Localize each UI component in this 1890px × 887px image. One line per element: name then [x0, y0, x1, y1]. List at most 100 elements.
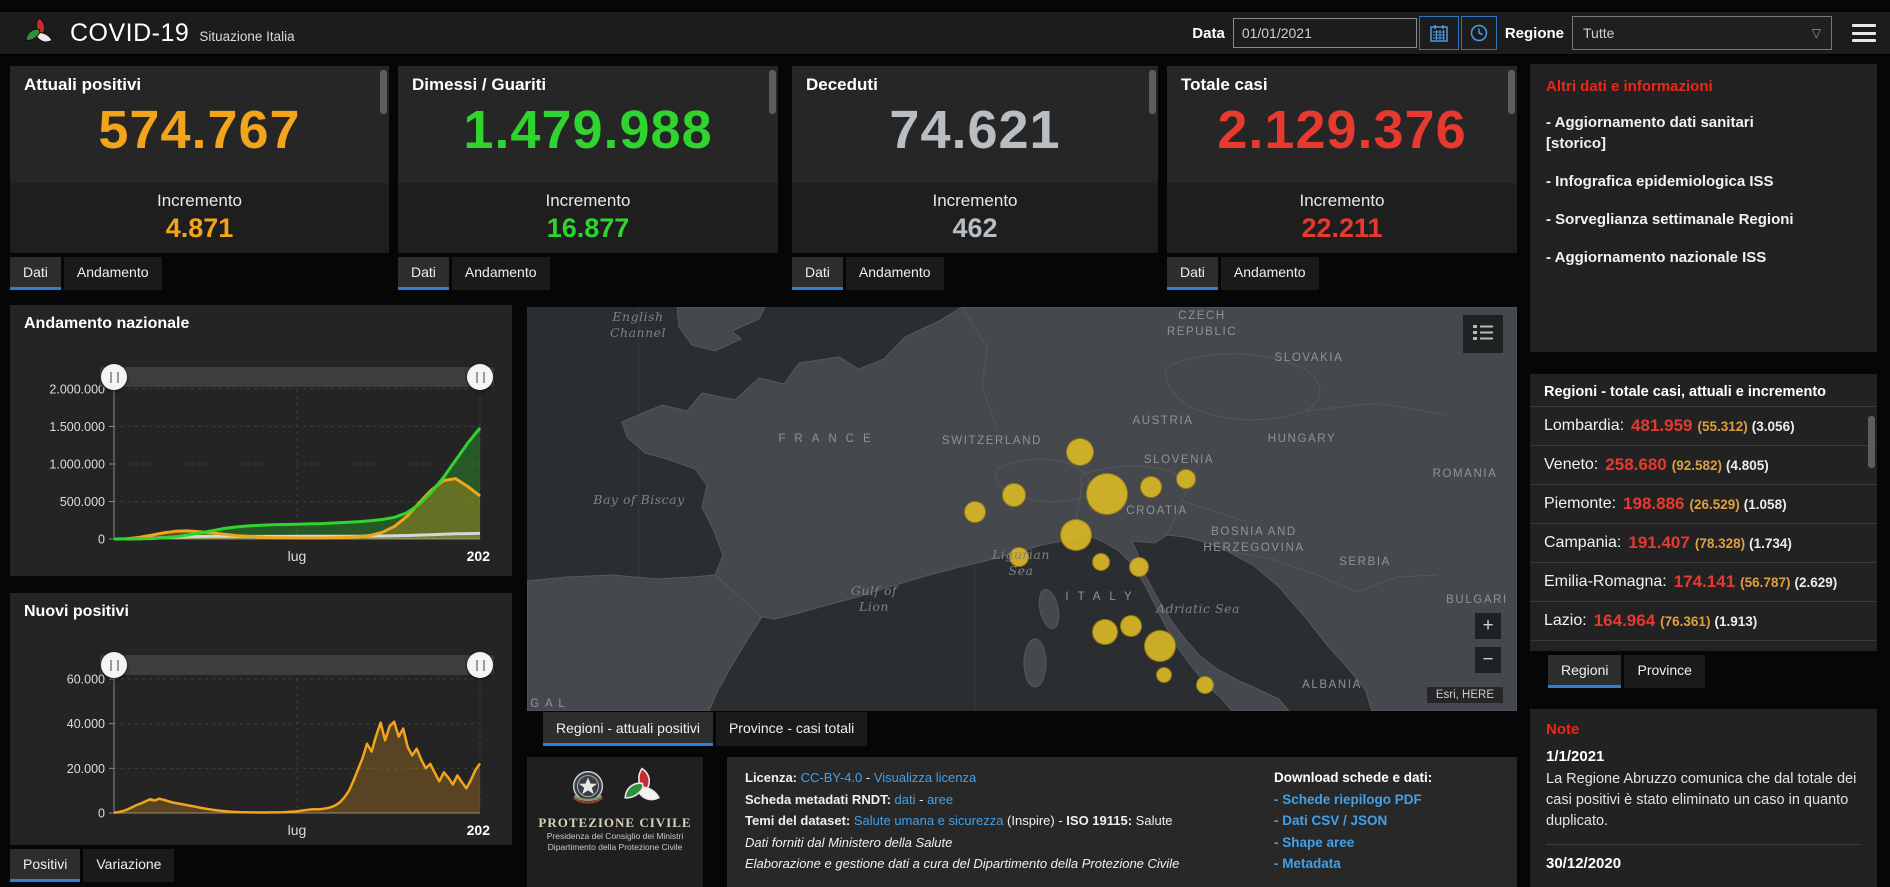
zoom-out-button[interactable]: −	[1475, 647, 1501, 673]
license-info-card: Licenza: CC-BY-4.0 - Visualizza licenza S…	[727, 757, 1517, 887]
stat-card-group-0: Attuali positivi 574.767 Incremento 4.871 Da…	[10, 66, 389, 290]
chart-andamento-nazionale: Andamento nazionale 2.000.000 1.500.000 1.…	[10, 305, 512, 576]
tab-andamento[interactable]: Andamento	[451, 257, 550, 290]
map-label-bay-of-biscay: Bay of Biscay	[593, 492, 685, 507]
license-line: Licenza: CC-BY-4.0 - Visualizza licenza	[745, 767, 1179, 789]
calendar-button[interactable]	[1418, 16, 1459, 50]
region-row[interactable]: Piemonte: 198.886 (26.529) (1.058)	[1530, 484, 1877, 523]
region-total-cases: 258.680	[1605, 455, 1667, 474]
tab-dati[interactable]: Dati	[398, 257, 449, 290]
time-button[interactable]	[1460, 16, 1497, 50]
region-bubble[interactable]	[1176, 469, 1196, 489]
tab-province-casi-totali[interactable]: Province - casi totali	[715, 712, 868, 746]
region-name: Emilia-Romagna:	[1544, 573, 1667, 590]
tab-andamento[interactable]: Andamento	[845, 257, 944, 290]
protezione-civile-logo-icon	[25, 17, 53, 43]
region-row[interactable]: Lombardia: 481.959 (55.312) (3.056)	[1530, 406, 1877, 445]
tab-dati[interactable]: Dati	[792, 257, 843, 290]
app-title: COVID-19	[70, 18, 190, 47]
license-line: Temi del dataset: Salute umana e sicurez…	[745, 810, 1179, 832]
altri-dati-link[interactable]: - Aggiornamento dati sanitari [storico]	[1546, 112, 1861, 154]
download-link[interactable]: - Schede riepilogo PDF	[1274, 789, 1432, 811]
license-link[interactable]: dati	[895, 792, 916, 807]
range-slider-handle-right[interactable]	[467, 364, 493, 390]
tab-andamento[interactable]: Andamento	[1220, 257, 1319, 290]
region-bubble[interactable]	[1120, 615, 1142, 637]
chart-title: Nuovi positivi	[24, 603, 129, 620]
tab-andamento[interactable]: Andamento	[63, 257, 162, 290]
region-bubble[interactable]	[964, 501, 986, 523]
region-increment: (1.734)	[1749, 535, 1792, 551]
range-slider-handle-right[interactable]	[467, 652, 493, 678]
tab-province[interactable]: Province	[1624, 655, 1705, 688]
region-name: Piemonte:	[1544, 495, 1617, 512]
regioni-scrollbar[interactable]	[1868, 416, 1875, 468]
region-bubble[interactable]	[1156, 667, 1172, 683]
tab-regioni-attuali-positivi[interactable]: Regioni - attuali positivi	[543, 712, 713, 746]
region-bubble[interactable]	[1060, 519, 1092, 551]
menu-icon[interactable]	[1852, 24, 1876, 42]
increment-value: 22.211	[1301, 213, 1383, 243]
increment-label: Incremento	[1299, 191, 1385, 210]
legend-list-icon	[1473, 325, 1493, 340]
license-text: Scheda metadati RNDT:	[745, 791, 895, 807]
stat-card-value: 74.621	[889, 100, 1061, 160]
license-link[interactable]: CC-BY-4.0	[801, 770, 863, 785]
region-bubble[interactable]	[1140, 476, 1162, 498]
map-label-bosnia-and: BOSNIA AND HERZEGOVINA	[1203, 526, 1305, 554]
tab-variazione[interactable]: Variazione	[83, 849, 175, 882]
region-bubble[interactable]	[1196, 676, 1214, 694]
card-scrollbar[interactable]	[1149, 70, 1156, 114]
range-slider-track[interactable]	[100, 655, 494, 675]
calendar-icon	[1430, 25, 1448, 42]
chart-title: Andamento nazionale	[24, 315, 190, 332]
italy-map[interactable]: English Channel CZECH REPUBLIC SLOVAKIA AUS…	[527, 307, 1517, 711]
region-select[interactable]: Tutte ▽	[1572, 16, 1832, 50]
range-slider-track[interactable]	[100, 367, 494, 387]
zoom-in-button[interactable]: +	[1475, 613, 1501, 639]
svg-text:lug: lug	[288, 822, 307, 838]
region-row[interactable]: Lazio: 164.964 (76.361) (1.913)	[1530, 601, 1877, 640]
license-link[interactable]: Salute umana e sicurezza	[854, 813, 1004, 828]
download-link[interactable]: - Dati CSV / JSON	[1274, 810, 1432, 832]
altri-dati-link[interactable]: - Sorveglianza settimanale Regioni	[1546, 209, 1861, 230]
region-bubble[interactable]	[1092, 553, 1110, 571]
stat-card: Deceduti 74.621 Incremento 462	[792, 66, 1158, 253]
legend-button[interactable]	[1463, 315, 1503, 353]
region-name: Lombardia:	[1544, 417, 1625, 434]
tab-dati[interactable]: Dati	[1167, 257, 1218, 290]
region-row[interactable]: Campania: 191.407 (78.328) (1.734)	[1530, 523, 1877, 562]
region-row[interactable]: Toscana:120.917(8.893)(753)	[1530, 640, 1877, 651]
license-line: Dati forniti dal Ministero della Salute	[745, 832, 1179, 854]
region-increment: (1.058)	[1743, 496, 1787, 512]
altri-dati-link[interactable]: - Aggiornamento nazionale ISS	[1546, 247, 1861, 268]
download-link[interactable]: - Shape aree	[1274, 832, 1432, 854]
region-bubble[interactable]	[1002, 483, 1026, 507]
card-scrollbar[interactable]	[380, 70, 387, 114]
license-text: Dati forniti dal Ministero della Salute	[745, 834, 953, 850]
license-text: Temi del dataset:	[745, 813, 854, 828]
note-panel: Note 1/1/2021 La Regione Abruzzo comunica…	[1530, 709, 1877, 887]
download-link[interactable]: - Metadata	[1274, 853, 1432, 875]
date-input[interactable]	[1232, 18, 1417, 48]
app-subtitle: Situazione Italia	[199, 29, 295, 44]
tab-positivi[interactable]: Positivi	[10, 849, 81, 882]
altri-dati-link[interactable]: - Infografica epidemiologica ISS	[1546, 171, 1861, 192]
card-scrollbar[interactable]	[769, 70, 776, 114]
region-row[interactable]: Veneto: 258.680 (92.582) (4.805)	[1530, 445, 1877, 484]
region-bubble[interactable]	[1144, 630, 1176, 662]
license-link[interactable]: Visualizza licenza	[874, 770, 976, 785]
range-slider-handle-left[interactable]	[101, 652, 127, 678]
protezione-civile-emblem-icon	[624, 767, 660, 801]
tab-dati[interactable]: Dati	[10, 257, 61, 290]
license-link[interactable]: aree	[927, 792, 953, 807]
card-scrollbar[interactable]	[1508, 70, 1515, 114]
region-row[interactable]: Emilia-Romagna: 174.141 (56.787) (2.629)	[1530, 562, 1877, 601]
tab-regioni[interactable]: Regioni	[1548, 655, 1622, 688]
region-bubble[interactable]	[1086, 473, 1128, 515]
region-bubble[interactable]	[1129, 557, 1149, 577]
slider-grip-icon	[475, 371, 485, 383]
region-bubble[interactable]	[1092, 619, 1118, 645]
range-slider-handle-left[interactable]	[101, 364, 127, 390]
region-bubble[interactable]	[1066, 438, 1094, 466]
